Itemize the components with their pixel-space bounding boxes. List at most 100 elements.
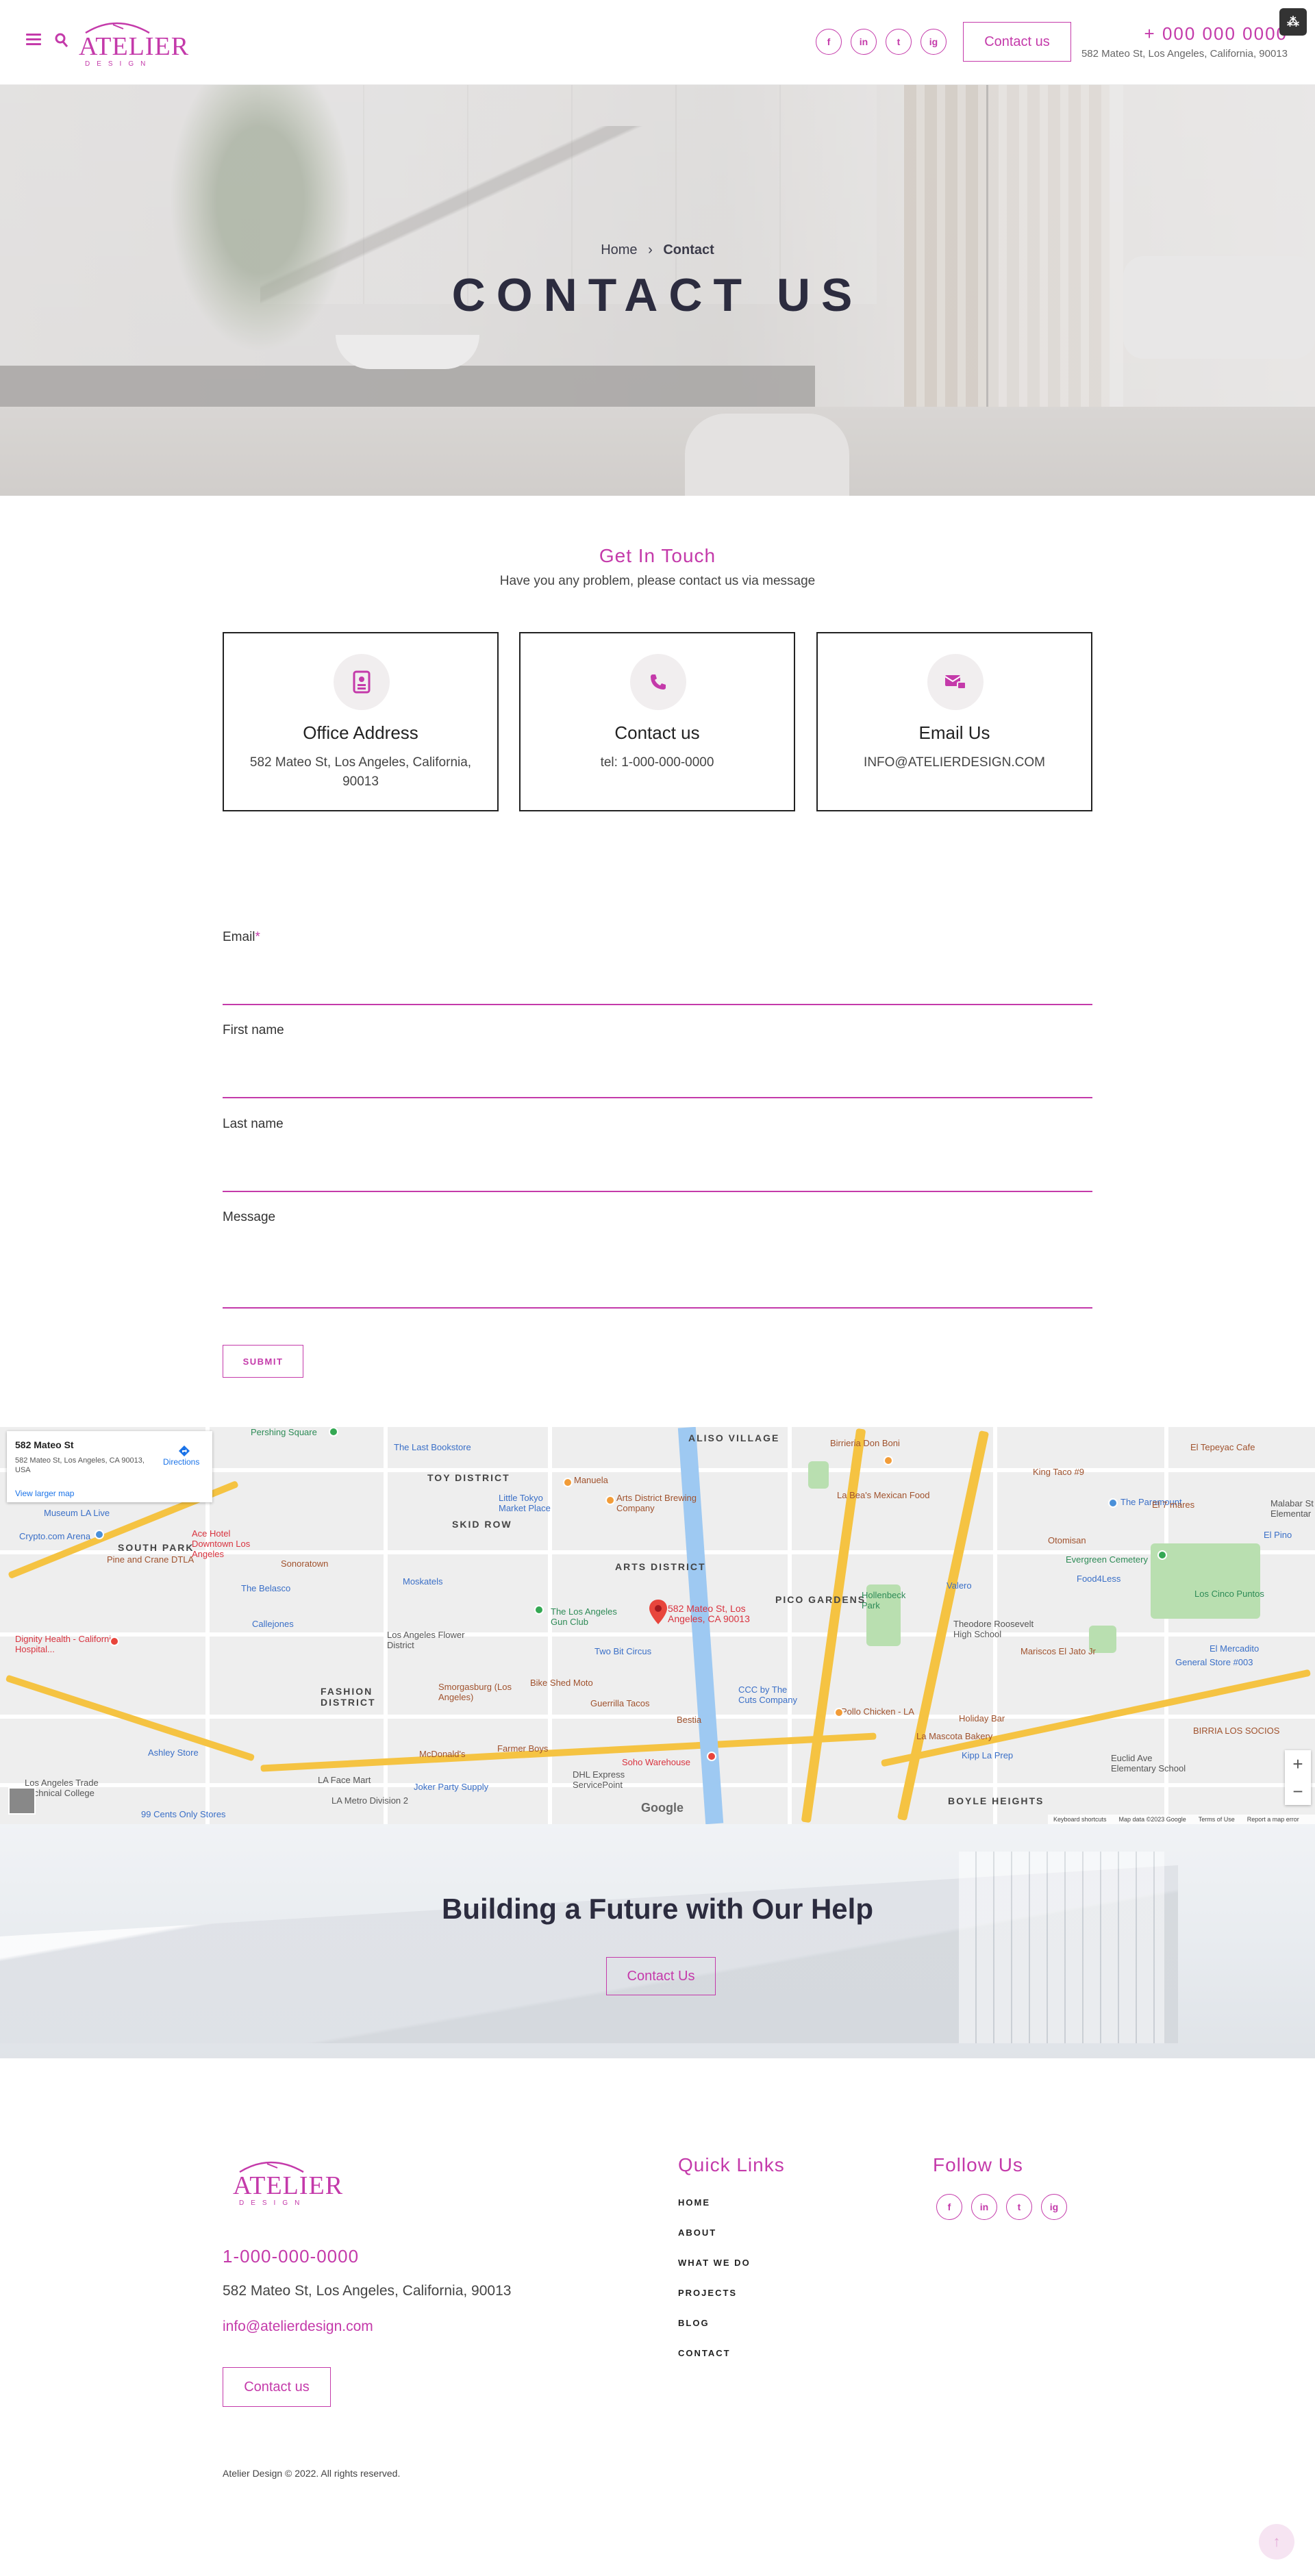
map-marker[interactable] (1108, 1498, 1118, 1508)
zoom-out-button[interactable]: − (1285, 1778, 1311, 1805)
last-name-field[interactable] (223, 1142, 1092, 1190)
map-attribution: Keyboard shortcuts Map data ©2023 Google… (1048, 1815, 1315, 1824)
logo-subtext: DESIGN (85, 60, 153, 68)
card-text: 582 Mateo St, Los Angeles, California, 9… (249, 755, 472, 789)
view-larger-map-link[interactable]: View larger map (15, 1489, 74, 1498)
get-in-touch-title: Get In Touch (599, 545, 716, 566)
message-field[interactable] (223, 1235, 1092, 1306)
directions-icon[interactable] (178, 1445, 190, 1457)
map-label: Mariscos El Jato Jr (1020, 1646, 1096, 1656)
email-field[interactable] (223, 955, 1092, 1003)
map-label: McDonald's (419, 1749, 466, 1759)
map-marker[interactable] (329, 1427, 338, 1437)
map-label: Kipp La Prep (962, 1750, 1014, 1760)
menu-icon[interactable] (26, 34, 41, 46)
map-label: ARTS DISTRICT (615, 1561, 706, 1572)
map-marker[interactable] (834, 1708, 844, 1717)
map-label: King Taco #9 (1033, 1467, 1084, 1477)
email-card: Email Us INFO@ATELIERDESIGN.COM (816, 632, 1092, 811)
map-street (0, 1783, 1315, 1787)
map-label: Evergreen Cemetery (1066, 1554, 1148, 1565)
map-marker[interactable] (534, 1605, 544, 1615)
hubspot-icon[interactable]: ⁂ (1279, 8, 1307, 36)
map-label: General Store #003 (1175, 1657, 1253, 1667)
footer-link-blog[interactable]: BLOG (678, 2318, 751, 2348)
card-title: Email Us (918, 722, 990, 743)
footer-contact-button[interactable]: Contact us (223, 2367, 331, 2407)
map-marker[interactable] (1157, 1550, 1167, 1560)
footer-logo[interactable]: ATELIER DESIGN (229, 2154, 342, 2209)
map-street (788, 1427, 792, 1824)
message-field-underline (223, 1307, 1092, 1309)
instagram-icon[interactable]: ig (1041, 2194, 1067, 2220)
instagram-icon[interactable]: ig (920, 29, 947, 55)
map-pin-label: 582 Mateo St, Los Angeles, CA 90013 (668, 1604, 750, 1624)
google-logo: Google (641, 1801, 684, 1815)
contact-card: Contact us tel: 1-000-000-0000 (519, 632, 795, 811)
email-label-text: Email (223, 930, 255, 944)
facebook-icon[interactable]: f (936, 2194, 962, 2220)
map-label: Pershing Square (251, 1427, 317, 1437)
first-name-field[interactable] (223, 1048, 1092, 1096)
map-satellite-toggle[interactable] (8, 1787, 36, 1815)
map-label: ALISO VILLAGE (688, 1432, 780, 1443)
linkedin-icon[interactable]: in (851, 29, 877, 55)
map-park (1151, 1543, 1260, 1619)
breadcrumb-home[interactable]: Home (601, 242, 637, 257)
last-name-field-underline (223, 1191, 1092, 1192)
logo-subtext: DESIGN (239, 2199, 307, 2207)
facebook-icon[interactable]: f (816, 29, 842, 55)
terms-link[interactable]: Terms of Use (1199, 1816, 1235, 1823)
map-label: Euclid Ave Elementary School (1111, 1753, 1186, 1773)
required-mark: * (255, 930, 260, 944)
site-logo[interactable]: ATELIER DESIGN (75, 15, 188, 70)
header-phone[interactable]: + 000 000 0000 (1110, 23, 1288, 45)
map-label: Birrieria Don Boni (830, 1438, 900, 1448)
cta-title: Building a Future with Our Help (442, 1893, 873, 1925)
twitter-icon[interactable]: t (1006, 2194, 1032, 2220)
address-book-icon (334, 654, 390, 710)
directions-link[interactable]: Directions (163, 1457, 199, 1467)
map-label: Smorgasburg (Los Angeles) (438, 1682, 512, 1702)
map-marker[interactable] (110, 1637, 119, 1646)
pin-label-line-1: 582 Mateo St, Los (668, 1603, 746, 1614)
footer-email[interactable]: info@atelierdesign.com (223, 2319, 373, 2335)
map-label: La Bea's Mexican Food (837, 1490, 930, 1500)
cta-contact-button[interactable]: Contact Us (606, 1957, 716, 1995)
footer-link-what-we-do[interactable]: WHAT WE DO (678, 2258, 751, 2288)
scroll-to-top-button[interactable]: ↑ (1259, 2524, 1294, 2560)
report-error-link[interactable]: Report a map error (1247, 1816, 1299, 1823)
google-map[interactable]: ALISO VILLAGE TOY DISTRICT SKID ROW ARTS… (0, 1427, 1315, 1824)
map-info-address: 582 Mateo St, Los Angeles, CA 90013, USA (15, 1456, 145, 1474)
submit-button[interactable]: SUBMIT (223, 1345, 303, 1378)
linkedin-icon[interactable]: in (971, 2194, 997, 2220)
footer-phone[interactable]: 1-000-000-0000 (223, 2246, 359, 2267)
map-marker[interactable] (95, 1530, 104, 1539)
map-label: Otomisan (1048, 1535, 1086, 1545)
map-label: PICO GARDENS (775, 1594, 866, 1605)
footer-link-home[interactable]: HOME (678, 2197, 751, 2227)
twitter-icon[interactable]: t (886, 29, 912, 55)
quick-links-title: Quick Links (678, 2154, 785, 2175)
map-pin-icon[interactable] (649, 1600, 667, 1624)
map-marker[interactable] (563, 1478, 573, 1487)
map-label: The Los Angeles Gun Club (551, 1606, 617, 1627)
search-icon[interactable] (55, 33, 68, 48)
logo-text: ATELIER (79, 32, 190, 61)
map-label: El 7 mares (1152, 1500, 1195, 1510)
footer-link-about[interactable]: ABOUT (678, 2227, 751, 2258)
zoom-in-button[interactable]: + (1285, 1750, 1311, 1778)
card-text[interactable]: INFO@ATELIERDESIGN.COM (838, 753, 1070, 772)
footer-link-projects[interactable]: PROJECTS (678, 2288, 751, 2318)
map-marker[interactable] (884, 1456, 893, 1465)
map-marker[interactable] (605, 1495, 615, 1505)
card-text[interactable]: tel: 1-000-000-0000 (541, 753, 773, 772)
header-contact-button[interactable]: Contact us (963, 22, 1071, 62)
map-label: Los Cinco Puntos (1194, 1589, 1264, 1599)
map-label: Malabar St Elementar (1270, 1498, 1314, 1519)
map-label: Holiday Bar (959, 1713, 1005, 1723)
map-label: Arts District Brewing Company (616, 1493, 697, 1513)
footer-link-contact[interactable]: CONTACT (678, 2348, 751, 2378)
keyboard-shortcuts-link[interactable]: Keyboard shortcuts (1053, 1816, 1107, 1823)
map-marker[interactable] (707, 1752, 716, 1761)
